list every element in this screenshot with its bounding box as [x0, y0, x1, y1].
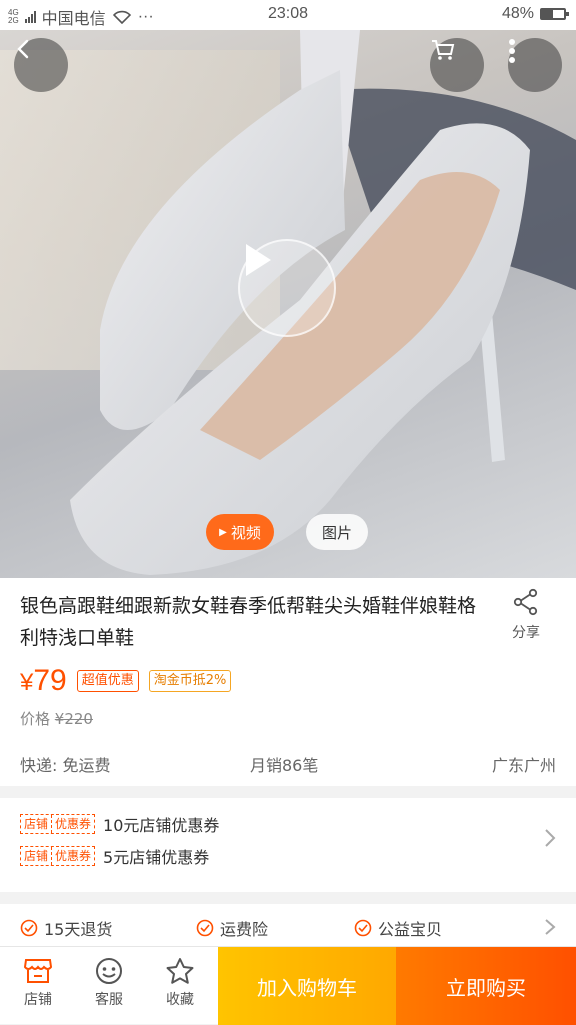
share-label: 分享	[512, 625, 540, 641]
back-button[interactable]	[14, 38, 68, 92]
coupon-item: 店铺 优惠券 5元店铺优惠券	[20, 844, 209, 868]
coupon-tag: 店铺 优惠券	[20, 846, 96, 866]
service-item: 15天退货	[20, 916, 112, 940]
play-small-icon: ▶	[219, 526, 227, 538]
service-item: 运费险	[196, 916, 268, 940]
star-icon	[166, 958, 194, 984]
service-item: 公益宝贝	[354, 916, 442, 940]
product-title: 银色高跟鞋细跟新款女鞋春季低帮鞋尖头婚鞋伴娘鞋格利特浅口单鞋	[20, 595, 477, 649]
taojin-badge: 淘金币抵2%	[148, 670, 232, 692]
check-circle-icon	[196, 919, 214, 937]
add-to-cart-button[interactable]: 加入购物车	[218, 947, 396, 1025]
shop-button[interactable]: 店铺	[2, 957, 74, 1009]
shipping-info: 快递: 免运费	[20, 756, 111, 775]
tab-photo-label: 图片	[321, 524, 352, 542]
more-button[interactable]	[508, 38, 562, 92]
cart-icon	[432, 40, 455, 60]
customer-service-icon	[96, 958, 122, 984]
tab-video[interactable]: ▶ 视频	[206, 514, 274, 550]
store-icon	[23, 959, 53, 983]
back-icon	[17, 39, 29, 59]
monthly-sales: 月销86笔	[250, 756, 319, 775]
share-icon	[513, 588, 538, 616]
service-guarantees[interactable]: 15天退货 运费险 公益宝贝	[0, 904, 576, 948]
clock: 23:08	[267, 5, 309, 22]
share-button[interactable]: 分享	[498, 588, 554, 642]
original-price: 价格 ¥220	[20, 710, 93, 728]
product-info: 银色高跟鞋细跟新款女鞋春季低帮鞋尖头婚鞋伴娘鞋格利特浅口单鞋 分享 ¥79 超值…	[0, 578, 576, 786]
tab-photo[interactable]: 图片	[306, 514, 368, 550]
coupon-tag: 店铺 优惠券	[20, 814, 96, 834]
chevron-right-icon	[545, 919, 556, 935]
ship-location: 广东广州	[491, 756, 556, 775]
bottom-action-bar: 店铺 客服 收藏 加入购物车 立即购买	[0, 946, 576, 1025]
play-video-button[interactable]	[238, 239, 336, 337]
coupon-text: 10元店铺优惠券	[103, 816, 220, 835]
price-row: ¥79 超值优惠 淘金币抵2%	[20, 664, 232, 698]
customer-service-button[interactable]: 客服	[73, 957, 145, 1009]
play-icon	[246, 244, 271, 276]
status-bar: 4G 2G 中国电信 ··· 23:08 48%	[0, 0, 576, 30]
favorite-button[interactable]: 收藏	[144, 957, 216, 1009]
coupon-item: 店铺 优惠券 10元店铺优惠券	[20, 812, 219, 836]
more-icon	[509, 39, 515, 63]
cart-button[interactable]	[430, 38, 484, 92]
buy-now-button[interactable]: 立即购买	[396, 947, 576, 1025]
tab-video-label: 视频	[230, 524, 261, 542]
product-image[interactable]: ▶ 视频 图片	[0, 30, 576, 578]
check-circle-icon	[20, 919, 38, 937]
deal-badge: 超值优惠	[76, 670, 139, 692]
current-price: ¥79	[20, 664, 67, 697]
check-circle-icon	[354, 919, 372, 937]
chevron-right-icon	[545, 829, 556, 847]
coupon-text: 5元店铺优惠券	[103, 848, 210, 867]
coupon-section[interactable]: 店铺 优惠券 10元店铺优惠券 店铺 优惠券 5元店铺优惠券	[0, 798, 576, 892]
battery-percent: 48%	[501, 5, 534, 22]
battery-icon	[540, 8, 569, 20]
